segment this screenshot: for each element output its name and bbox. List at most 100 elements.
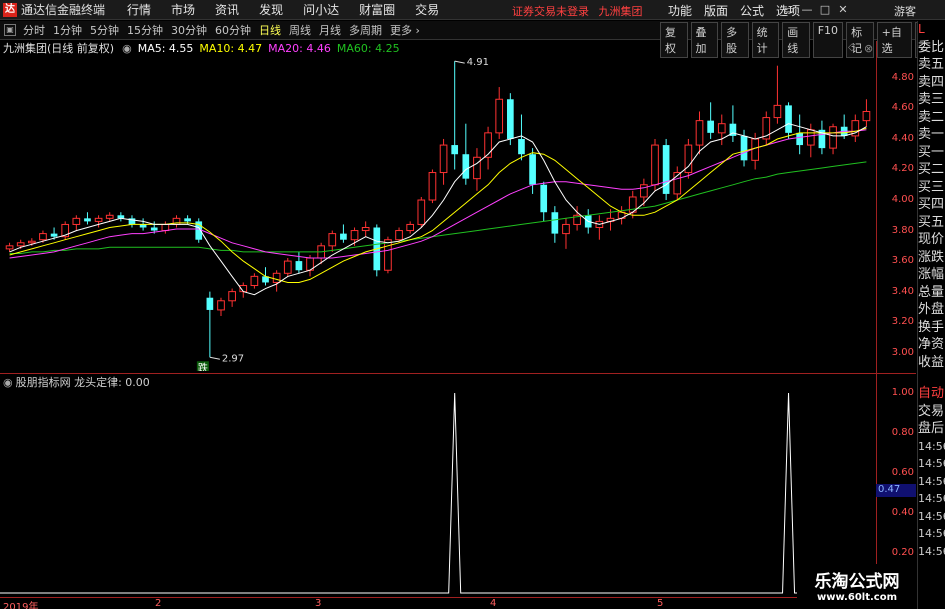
indicator-tick: 1.00 (891, 387, 914, 398)
candle-body (283, 260, 292, 274)
quote-field-label: 买四 (918, 197, 945, 212)
period-1min[interactable]: 1分钟 (49, 22, 86, 38)
period-5min[interactable]: 5分钟 (86, 22, 123, 38)
period-more-label: 更多 (390, 24, 412, 37)
indicator-tick: 0.20 (891, 547, 914, 558)
current-stock-name: 九洲集团 (598, 5, 643, 18)
price-tick: 4.60 (891, 102, 914, 114)
menu-item-layout[interactable]: 版面 (698, 2, 734, 19)
period-daily[interactable]: 日线 (255, 22, 285, 38)
quote-field-label: 卖三 (918, 92, 945, 107)
app-title: 通达信金融终端 (21, 3, 106, 17)
multi-stock-button[interactable]: 多股 (721, 22, 749, 58)
close-icon[interactable]: ✕ (834, 2, 852, 18)
price-tick: 4.80 (891, 71, 914, 83)
candle-body (695, 120, 704, 146)
candle-body (5, 245, 14, 250)
ma10-value: MA10: 4.47 (199, 41, 263, 55)
candle-body (740, 135, 748, 161)
statistics-button[interactable]: 统计 (751, 22, 780, 58)
candle-body (529, 154, 536, 185)
minimize-icon[interactable]: — (798, 2, 816, 18)
period-weekly[interactable]: 周线 (285, 22, 315, 38)
menu-item-formula[interactable]: 公式 (734, 2, 770, 19)
price-tick: 4.00 (891, 194, 914, 206)
low-marker-badge: 跌 (196, 361, 209, 371)
menu-item-market[interactable]: 市场 (161, 1, 205, 18)
quote-field-label: 涨跌 (918, 249, 945, 265)
candle-body (39, 233, 47, 241)
menu-item-news[interactable]: 资讯 (205, 1, 249, 18)
indicator-line (0, 392, 876, 594)
trade-time: 14:56 (918, 474, 945, 488)
watermark: 乐淘公式网 www.60lt.com (797, 564, 917, 609)
quote-field-label: 总量 (918, 284, 945, 300)
candle-body (295, 261, 303, 271)
candle-body (806, 129, 815, 146)
ma10-line (9, 127, 867, 283)
draw-line-button[interactable]: 画线 (782, 22, 810, 58)
trade-label[interactable]: 交易 (918, 403, 945, 421)
period-tick[interactable]: 分时 (19, 22, 49, 38)
period-60min[interactable]: 60分钟 (211, 22, 255, 38)
candle-body (473, 156, 481, 180)
quote-field-label: 卖五 (918, 57, 945, 72)
candle-body (562, 223, 570, 235)
candle-body (439, 144, 448, 174)
candle-body (350, 230, 359, 241)
candle-body (72, 217, 81, 225)
candle-body (361, 227, 370, 232)
f10-button[interactable]: F10 (812, 22, 844, 58)
panel-header[interactable]: L (918, 21, 945, 39)
chart-options-icon[interactable]: ◇ (848, 42, 856, 53)
candle-body (384, 239, 392, 271)
app-logo-icon: 达 (3, 2, 17, 17)
indicator-tick: 0.40 (891, 507, 914, 518)
price-tick: 4.20 (891, 163, 914, 175)
ma20-line (9, 129, 867, 259)
guest-label[interactable]: 游客 (894, 3, 916, 19)
after-hours-label[interactable]: 盘后 (918, 420, 945, 438)
menu-item-discover[interactable]: 发现 (249, 1, 293, 18)
period-monthly[interactable]: 月线 (315, 22, 345, 38)
date-label: 5 (657, 598, 664, 609)
auto-label[interactable]: 自动 (918, 385, 945, 403)
candlestick-chart[interactable]: 4.91 2.97 跌 (0, 55, 876, 371)
date-label: 2019年 (3, 602, 39, 609)
period-15min[interactable]: 15分钟 (123, 22, 167, 38)
ma-settings-icon[interactable]: ◉ (122, 42, 132, 55)
candle-body (540, 184, 548, 213)
quote-field-label: 买三 (918, 179, 945, 195)
menu-item-quotes[interactable]: 行情 (117, 1, 161, 18)
period-more[interactable]: 更多 › (386, 22, 424, 38)
candle-body (150, 227, 158, 231)
menu-item-wealth[interactable]: 财富圈 (349, 1, 405, 18)
period-30min[interactable]: 30分钟 (167, 22, 211, 38)
price-tick: 3.00 (891, 346, 914, 358)
watermark-title: 乐淘公式网 (814, 572, 900, 592)
candle-body (717, 123, 726, 134)
menu-item-trade[interactable]: 交易 (405, 1, 449, 18)
chart-close-icon[interactable]: ⊗ (864, 42, 873, 55)
indicator-settings-icon[interactable]: ◉ (3, 376, 13, 389)
adjust-button[interactable]: 复权 (660, 22, 688, 58)
candle-body (785, 105, 792, 133)
price-tick: 3.40 (891, 285, 914, 297)
candle-body (27, 240, 36, 244)
candle-body (105, 214, 114, 219)
indicator-tick: 0.80 (891, 427, 914, 438)
maximize-icon[interactable]: □ (816, 2, 834, 18)
ma5-value: MA5: 4.55 (137, 41, 194, 55)
grid-toggle-icon[interactable]: ▣ (4, 24, 16, 36)
high-pointer (454, 60, 465, 64)
menu-item-functions[interactable]: 功能 (662, 2, 698, 19)
menu-item-ask[interactable]: 问小达 (293, 1, 349, 18)
trade-time: 14:56 (918, 457, 945, 470)
period-multi[interactable]: 多周期 (345, 22, 386, 38)
overlay-button[interactable]: 叠加 (690, 22, 719, 58)
skin-icon[interactable]: ▭ (780, 2, 798, 18)
trade-time: 14:56 (918, 439, 945, 453)
login-status-text[interactable]: 证券交易未登录 (512, 5, 589, 18)
candle-body (640, 184, 648, 198)
indicator-chart[interactable] (0, 389, 876, 597)
